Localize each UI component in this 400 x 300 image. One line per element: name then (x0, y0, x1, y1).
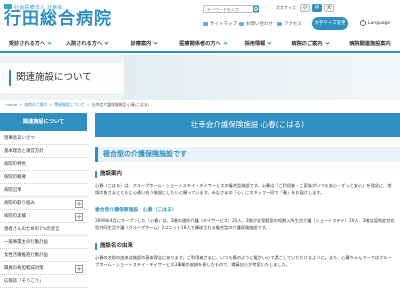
sidebar-item-declarations[interactable]: 患者さんのための7つの宣言 (0, 224, 87, 236)
sidebar-item-women-plan[interactable]: 女性活躍推進行動計画 (0, 250, 87, 262)
breadcrumb: Home > 病院のご案内 > 関連施設について > 壮幸会介護保険施設 心春(こはる) (6, 101, 149, 108)
banner-background (124, 55, 400, 100)
breadcrumb-link-related[interactable]: 関連施設について (54, 102, 84, 107)
breadcrumb-separator: > (49, 102, 53, 107)
sidebar-item-staff-burden[interactable]: 職員の負担軽減対策 + (0, 263, 87, 275)
subsection-text: 2009年4月にオープンした「心春」は、3階の通所介護（デイサービス）25人、2… (95, 218, 395, 231)
header-link-access[interactable]: アクセス (277, 20, 302, 30)
global-nav: 受診される方へ 入院される方へ 診療案内 医療関係者の方へ 採用情報 病院のご案… (0, 37, 400, 53)
sidebar-item-history[interactable]: 病院沿革 (0, 185, 87, 197)
sidebar-item-overview[interactable]: 病院の概要 (0, 172, 87, 184)
subsection-heading: 複合型介護保険施設 心春（こはる） (95, 208, 177, 213)
content-heading: 複合型の介護保険施設です (95, 147, 400, 162)
search-icon[interactable] (253, 6, 259, 12)
nav-item-medical-professionals[interactable]: 医療関係者の方へ (172, 37, 234, 51)
nav-item-label: 診療案内 (130, 41, 152, 47)
breadcrumb-separator: > (86, 102, 90, 107)
nav-item-departments[interactable]: 診療案内 (120, 37, 168, 51)
nav-item-related-facilities[interactable]: 病院関連施設案内 (340, 37, 400, 51)
sidebar-item-philosophy[interactable]: 基本理念と運営方針 (0, 146, 87, 158)
text-size-label: 文字サイズ (276, 5, 296, 10)
chevron-down-icon (153, 40, 158, 45)
page-title: 関連施設について (16, 72, 92, 83)
breadcrumb-current: 壮幸会介護保険施設 心春(こはる) (91, 102, 150, 107)
chevron-down-icon (324, 40, 330, 45)
plus-icon[interactable]: + (75, 200, 83, 208)
sidebar-item-results[interactable]: 病院の実績 + (0, 211, 87, 223)
chevron-down-icon (47, 40, 52, 45)
sitemap-icon (203, 21, 208, 26)
plus-icon[interactable]: + (75, 265, 83, 273)
sidebar: 関連施設について 理事長あいさつ 基本理念と運営方針 病院の特色 病院の概要 病… (0, 113, 87, 300)
section-text-origin: 心春の名前の由来は施設の基本理念にあります。ご利用者さまに、いつも春のように暖か… (95, 255, 392, 268)
nav-item-label: 病院のご案内 (291, 41, 323, 47)
site-logo[interactable]: 行田総合病院 (4, 10, 112, 28)
map-pin-icon (277, 21, 282, 26)
sidebar-item-features[interactable]: 病院の特色 (0, 159, 87, 171)
chevron-down-icon (104, 40, 109, 45)
section-heading-facility: 施設案内 (95, 171, 122, 178)
nav-item-about[interactable]: 病院のご案内 (284, 37, 336, 51)
nav-item-label: 採用情報 (244, 41, 266, 47)
breadcrumb-link-home[interactable]: Home (6, 102, 17, 107)
sidebar-item-label: 職員の負担軽減対策 (4, 266, 44, 271)
header-link-label: アクセス (284, 22, 302, 27)
header-links: サイトマップ お問い合わせ アクセス (203, 20, 307, 30)
language-label: Language (368, 21, 391, 26)
font-change-button[interactable]: 文字サイズ変更 (312, 17, 348, 30)
banner-accent-bar (9, 70, 11, 86)
section-heading-origin: 施設名の由来 (95, 243, 133, 250)
text-size-small-button[interactable]: 小 (300, 4, 310, 12)
nav-item-label: 入院される方へ (65, 41, 103, 47)
text-size-medium-button[interactable]: 中 (312, 4, 322, 12)
nav-item-label: 受診される方へ (8, 41, 46, 47)
header-link-sitemap[interactable]: サイトマップ (203, 20, 237, 30)
page-root: 社会医療法人 壮幸会 行田総合病院 文字サイズ 小 中 大 サイトマップ お問い… (0, 0, 400, 300)
globe-icon (360, 19, 366, 26)
sidebar-item-employer-plan[interactable]: 一般事業主の行動計画 (0, 237, 87, 249)
sidebar-heading[interactable]: 関連施設について (0, 113, 87, 131)
text-size-large-button[interactable]: 大 (324, 4, 334, 12)
header-link-label: サイトマップ (210, 22, 237, 27)
plus-icon[interactable]: + (75, 213, 83, 221)
search-input[interactable] (203, 5, 259, 13)
mail-icon (239, 21, 244, 26)
header-link-contact[interactable]: お問い合わせ (239, 20, 273, 30)
header-link-label: お問い合わせ (246, 22, 273, 27)
chevron-down-icon (223, 40, 228, 45)
sidebar-item-label: 病院の実績 (4, 214, 26, 219)
nav-item-recruit[interactable]: 採用情報 (238, 37, 278, 51)
page-banner: 関連施設について (0, 55, 400, 100)
sidebar-item-magazine[interactable]: 広報誌「そうこう」 (0, 276, 87, 288)
site-header: 社会医療法人 壮幸会 行田総合病院 文字サイズ 小 中 大 サイトマップ お問い… (0, 0, 400, 37)
chevron-down-icon (267, 40, 272, 45)
sidebar-item-label: 病院の取り組み (4, 201, 35, 206)
nav-item-label: 病院関連施設案内 (349, 41, 391, 47)
breadcrumb-separator: > (19, 102, 23, 107)
sidebar-item-greeting[interactable]: 理事長あいさつ (0, 133, 87, 145)
section-text-facility: 心春（こはる）は、グループホーム・ショートステイ・デイサービスの複合型施設です。… (95, 183, 392, 196)
content-title: 壮幸会介護保険施設 心春(こはる) (95, 113, 400, 137)
sidebar-item-initiatives[interactable]: 病院の取り組み + (0, 198, 87, 210)
nav-item-label: 医療関係者の方へ (179, 41, 221, 47)
nav-item-outpatient[interactable]: 受診される方へ (4, 37, 56, 51)
main-content: 壮幸会介護保険施設 心春(こはる) 複合型の介護保険施設です 施設案内 心春（こ… (95, 113, 400, 300)
breadcrumb-link-about[interactable]: 病院のご案内 (24, 102, 47, 107)
language-selector[interactable]: Language (360, 17, 400, 30)
nav-item-inpatient[interactable]: 入院される方へ (61, 37, 113, 51)
